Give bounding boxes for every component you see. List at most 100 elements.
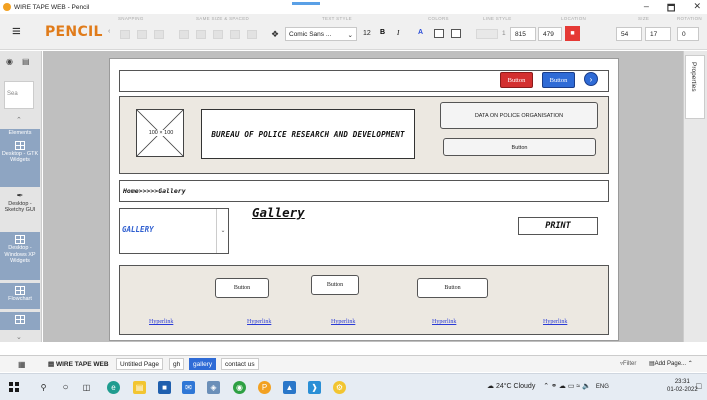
language-indicator[interactable]: ENG <box>596 384 609 390</box>
clock-date: 01-02-2022 <box>667 387 698 394</box>
app-logo: PENCIL <box>45 24 103 40</box>
wf-hyperlink[interactable]: Hyperlink <box>432 319 456 325</box>
wf-hyperlink[interactable]: Hyperlink <box>149 319 173 325</box>
store-icon[interactable]: ■ <box>158 381 171 394</box>
stroke-width-field[interactable]: 1 <box>502 30 506 37</box>
weather-icon[interactable]: ☁ <box>487 383 494 390</box>
pen-icon: ✒ <box>16 191 24 200</box>
start-icon[interactable] <box>9 382 19 392</box>
project-name[interactable]: ▤ WIRE TAPE WEB <box>48 360 109 368</box>
tray-icons[interactable]: ⌃ ⚭ ☁ ▭ ≈ 🔈 <box>543 383 591 390</box>
pencil-app-icon[interactable]: P <box>258 381 271 394</box>
filter-button[interactable]: ▿Filter <box>620 360 636 367</box>
font-family-value: Comic Sans ... <box>289 31 332 38</box>
palette-item-elements[interactable]: Elements Desktop - GTK Widgets <box>0 129 40 187</box>
wf-footer[interactable]: Button Button Button Hyperlink Hyperlink… <box>119 265 609 335</box>
palette-item-more[interactable] <box>0 312 40 330</box>
page-tab-active[interactable]: gallery <box>189 358 217 370</box>
clock[interactable]: 23:31 01-02-2022 <box>667 378 698 395</box>
wf-footer-button[interactable]: Button <box>215 278 269 298</box>
same-height-icon[interactable] <box>196 30 206 39</box>
palette-item-windows-xp[interactable]: Desktop - Windows XP Widgets <box>0 232 40 280</box>
collections-icon[interactable]: ◉ <box>6 57 13 66</box>
wireframe-page[interactable]: Button Button › 100 × 100 BUREAU OF POLI… <box>109 58 619 341</box>
fill-color-button[interactable] <box>434 29 444 38</box>
collapse-toolbar-icon[interactable]: ‹ <box>108 28 110 35</box>
space-vertical-icon[interactable] <box>230 30 240 39</box>
drawing-canvas[interactable]: Button Button › 100 × 100 BUREAU OF POLI… <box>43 51 683 342</box>
snap-object-icon[interactable] <box>137 30 147 39</box>
palette-search-input[interactable]: Sea <box>4 81 34 109</box>
font-size-field[interactable]: 12 <box>363 30 371 37</box>
vscode-icon[interactable]: ❱ <box>308 381 321 394</box>
file-explorer-icon[interactable]: ▤ <box>133 381 146 394</box>
page-tab[interactable]: gh <box>169 358 185 370</box>
wf-footer-button[interactable]: Button <box>311 275 359 295</box>
wf-header-bar[interactable] <box>119 70 609 92</box>
wf-hyperlink[interactable]: Hyperlink <box>543 319 567 325</box>
wf-breadcrumb[interactable]: Home>>>>>Gallery <box>119 180 609 202</box>
search-icon[interactable]: ⚲ <box>37 381 50 394</box>
align-icon[interactable] <box>247 30 257 39</box>
shape-palette: ◉ ▤ Sea ⌃ Elements Desktop - GTK Widgets… <box>0 51 42 342</box>
task-view-icon[interactable]: ◫ <box>80 381 93 394</box>
grid-icon <box>15 315 25 324</box>
same-width-icon[interactable] <box>179 30 189 39</box>
chevron-up-icon[interactable]: ⌃ <box>16 116 22 124</box>
chevron-down-icon[interactable]: ⌄ <box>16 333 22 341</box>
cortana-icon[interactable]: ○ <box>59 381 72 394</box>
photos-icon[interactable]: ▲ <box>283 381 296 394</box>
add-page-button[interactable]: ▤Add Page... ⌃ <box>649 360 693 367</box>
palette-item-label: Flowchart <box>8 296 32 302</box>
wf-blue-button[interactable]: Button <box>542 72 575 88</box>
space-horizontal-icon[interactable] <box>213 30 223 39</box>
bold-button[interactable]: B <box>380 29 385 36</box>
location-y-field[interactable]: 479 <box>538 27 562 41</box>
stroke-color-button[interactable] <box>451 29 461 38</box>
system-tray: ☁ 24°C Cloudy ⌃ ⚭ ☁ ▭ ≈ 🔈 ENG <box>487 382 609 390</box>
page-tab[interactable]: contact us <box>221 358 259 370</box>
wf-gallery-select[interactable]: GALLERY ⌄ <box>119 208 229 254</box>
chevron-down-icon: ⌄ <box>347 32 353 39</box>
wf-hyperlink[interactable]: Hyperlink <box>331 319 355 325</box>
italic-button[interactable]: I <box>397 29 399 37</box>
wf-title-box[interactable]: BUREAU OF POLICE RESEARCH AND DEVELOPMEN… <box>201 109 415 159</box>
wf-hyperlink[interactable]: Hyperlink <box>247 319 271 325</box>
text-color-button[interactable]: A <box>418 29 423 36</box>
pages-grid-icon[interactable]: ▦ <box>18 360 26 369</box>
wf-footer-button[interactable]: Button <box>417 278 488 298</box>
stroke-style-select[interactable] <box>476 29 498 39</box>
chrome-icon[interactable]: ◉ <box>233 381 246 394</box>
menu-icon[interactable]: ≡ <box>12 24 21 39</box>
wf-banner[interactable]: 100 × 100 BUREAU OF POLICE RESEARCH AND … <box>119 96 609 174</box>
python-icon[interactable]: ⚙ <box>333 381 346 394</box>
wf-image-placeholder[interactable]: 100 × 100 <box>136 109 184 157</box>
wf-banner-button[interactable]: Button <box>443 138 596 156</box>
app-icon[interactable]: ◈ <box>207 381 220 394</box>
snap-margin-icon[interactable] <box>154 30 164 39</box>
size-height-field[interactable]: 17 <box>645 27 671 41</box>
wf-data-button[interactable]: DATA ON POLICE ORGANISATION <box>440 102 598 129</box>
wf-gallery-heading[interactable]: Gallery <box>252 205 305 220</box>
palette-item-sketchy[interactable]: ✒ Desktop - Sketchy GUI <box>0 191 40 214</box>
snap-grid-icon[interactable] <box>120 30 130 39</box>
page-tab[interactable]: Untitled Page <box>116 358 164 370</box>
private-collection-icon[interactable]: ▤ <box>22 57 30 66</box>
lock-icon[interactable]: ■ <box>565 26 580 41</box>
wf-next-icon[interactable]: › <box>584 72 598 86</box>
location-x-field[interactable]: 815 <box>510 27 536 41</box>
palette-item-flowchart[interactable]: Flowchart <box>0 283 40 309</box>
mail-icon[interactable]: ✉ <box>182 381 195 394</box>
weather-text[interactable]: 24°C Cloudy <box>496 383 535 390</box>
font-family-select[interactable]: Comic Sans ... ⌄ <box>285 27 357 41</box>
format-painter-icon[interactable]: ❖ <box>271 29 279 40</box>
wf-print-button[interactable]: PRINT <box>518 217 598 235</box>
notification-icon[interactable]: □ <box>696 381 701 391</box>
properties-tab[interactable]: Properties <box>685 55 705 119</box>
grid-icon <box>15 235 25 244</box>
rotation-field[interactable]: 0 <box>677 27 699 41</box>
edge-icon[interactable]: e <box>107 381 120 394</box>
wf-red-button[interactable]: Button <box>500 72 533 88</box>
size-width-field[interactable]: 54 <box>616 27 642 41</box>
image-size-label: 100 × 100 <box>140 130 182 136</box>
